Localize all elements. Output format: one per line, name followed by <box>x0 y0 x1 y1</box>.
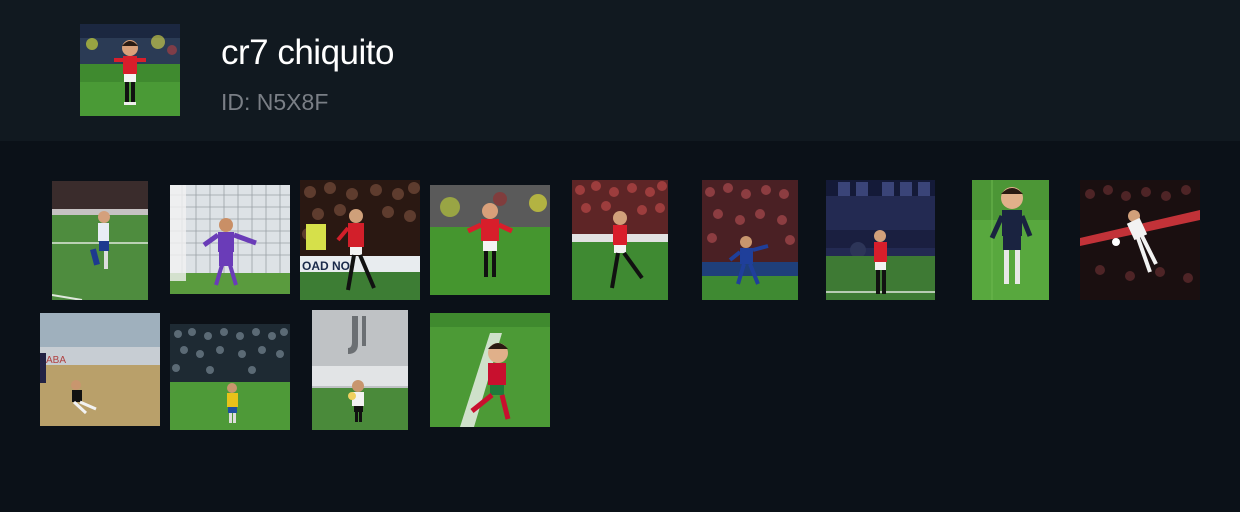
gallery-thumbnail[interactable]: ABA <box>40 313 160 426</box>
svg-text:ABA: ABA <box>46 355 66 366</box>
collection-avatar <box>80 24 180 116</box>
gallery-thumbnail[interactable] <box>312 310 408 430</box>
gallery-thumbnail[interactable] <box>170 310 290 430</box>
collection-header: cr7 chiquito ID: N5X8F <box>0 0 1240 141</box>
svg-text:OAD NO: OAD NO <box>302 259 350 273</box>
gallery-thumbnail[interactable] <box>572 180 668 300</box>
gallery-thumbnail[interactable] <box>52 181 148 300</box>
gallery-thumbnail[interactable] <box>170 185 290 294</box>
gallery-thumbnail[interactable] <box>430 185 550 295</box>
gallery-thumbnail[interactable] <box>826 180 935 300</box>
collection-title: cr7 chiquito <box>221 33 394 72</box>
gallery-thumbnail[interactable] <box>972 180 1049 300</box>
collection-id: ID: N5X8F <box>221 89 329 115</box>
gallery-thumbnail[interactable] <box>1080 180 1200 300</box>
gallery-thumbnail[interactable] <box>702 180 798 300</box>
gallery-thumbnail[interactable] <box>430 313 550 427</box>
gallery-thumbnail[interactable]: OAD NO <box>300 180 420 300</box>
